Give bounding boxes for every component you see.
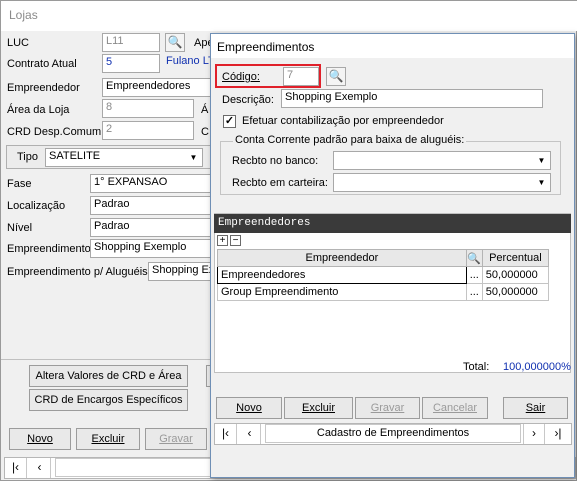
cell-empreendedor[interactable]: Group Empreendimento xyxy=(217,283,467,301)
conta-corrente-group-label: Conta Corrente padrão para baixa de alug… xyxy=(233,134,467,146)
nivel-label: Nível xyxy=(7,222,33,234)
total-value: 100,000000% xyxy=(503,361,571,373)
window-titlebar: Lojas xyxy=(1,1,577,31)
cell-percentual[interactable]: 50,000000 xyxy=(481,283,550,301)
tipo-select[interactable]: SATELITE ▼ xyxy=(45,148,203,167)
fase-label: Fase xyxy=(7,178,32,190)
empreendedor-label: Empreendedor xyxy=(7,82,80,94)
main-novo-button[interactable]: Novo xyxy=(9,428,71,450)
dialog-sair-button[interactable]: Sair xyxy=(503,397,568,419)
first-icon[interactable]: |‹ xyxy=(5,458,27,478)
binoculars-icon: 🔍 xyxy=(467,252,482,265)
area-loja-field[interactable]: 8 xyxy=(102,99,194,118)
contabilizacao-checkbox[interactable]: ✓ xyxy=(223,115,236,128)
total-label: Total: xyxy=(463,361,490,373)
luc-field[interactable]: L11 xyxy=(102,33,160,52)
luc-label: LUC xyxy=(7,37,30,49)
grid-title-bar: Empreendedores xyxy=(214,214,571,233)
main-gravar-button[interactable]: Gravar xyxy=(145,428,207,450)
chevron-down-icon[interactable]: ▼ xyxy=(186,150,201,165)
binoculars-icon: 🔍 xyxy=(328,69,344,83)
empreendimentos-dialog: Empreendimentos Código: 7 🔍 Descrição: S… xyxy=(210,33,575,478)
dialog-gravar-button[interactable]: Gravar xyxy=(355,397,420,419)
column-header-empreendedor[interactable]: Empreendedor xyxy=(217,249,467,267)
empreendimento-label: Empreendimento xyxy=(7,243,91,255)
prev-icon[interactable]: ‹ xyxy=(29,458,51,478)
collapse-icon[interactable]: − xyxy=(230,235,241,246)
column-header-search[interactable]: 🔍 xyxy=(465,249,483,267)
dialog-novo-button[interactable]: Novo xyxy=(216,397,282,419)
recbto-banco-label: Recbto no banco: xyxy=(232,155,319,167)
prev-icon[interactable]: ‹ xyxy=(239,424,261,444)
localizacao-label: Localização xyxy=(7,200,66,212)
area-loja-label: Área da Loja xyxy=(7,104,70,116)
codigo-search-button[interactable]: 🔍 xyxy=(326,67,346,86)
column-header-percentual[interactable]: Percentual xyxy=(481,249,550,267)
main-excluir-button[interactable]: Excluir xyxy=(76,428,140,450)
dialog-excluir-button[interactable]: Excluir xyxy=(284,397,353,419)
codigo-field[interactable]: 7 xyxy=(283,67,319,86)
cell-percentual[interactable]: 50,000000 xyxy=(481,266,550,284)
row-lookup-button[interactable]: ... xyxy=(465,283,483,301)
localizacao-field[interactable]: Padrao xyxy=(90,196,212,215)
window-title: Lojas xyxy=(9,8,38,22)
empreendimento-field[interactable]: Shopping Exemplo xyxy=(90,239,212,258)
area-right-label: Á xyxy=(201,104,209,116)
crd-encargos-button[interactable]: CRD de Encargos Específicos xyxy=(29,389,188,411)
table-row[interactable]: Empreendedores ... 50,000000 xyxy=(217,266,550,284)
descricao-label: Descrição: xyxy=(222,94,274,106)
crd-label: CRD Desp.Comum xyxy=(7,126,102,138)
binoculars-icon: 🔍 xyxy=(167,35,183,49)
first-icon[interactable]: |‹ xyxy=(215,424,237,444)
codigo-label: Código: xyxy=(222,71,260,83)
expand-icon[interactable]: + xyxy=(217,235,228,246)
dialog-nav-title: Cadastro de Empreendimentos xyxy=(265,424,521,443)
crd-right-label: C xyxy=(201,126,209,138)
contrato-name-field: Fulano LT xyxy=(166,55,213,67)
descricao-field[interactable]: Shopping Exemplo xyxy=(281,89,543,108)
emp-alugueis-label: Empreendimento p/ Aluguéis xyxy=(7,266,148,278)
table-row[interactable]: Group Empreendimento ... 50,000000 xyxy=(217,283,550,301)
tipo-label: Tipo xyxy=(17,151,38,163)
recbto-carteira-select[interactable]: ▼ xyxy=(333,173,551,192)
dialog-navigator: |‹ ‹ Cadastro de Empreendimentos › ›| xyxy=(214,423,572,445)
contrato-number-field[interactable]: 5 xyxy=(102,54,160,73)
nivel-field[interactable]: Padrao xyxy=(90,218,212,237)
chevron-down-icon[interactable]: ▼ xyxy=(534,153,549,168)
last-icon[interactable]: ›| xyxy=(547,424,569,444)
dialog-title: Empreendimentos xyxy=(217,40,315,54)
empreendedores-table: Empreendedor 🔍 Percentual Empreendedores… xyxy=(217,249,550,301)
next-icon[interactable]: › xyxy=(523,424,545,444)
luc-search-button[interactable]: 🔍 xyxy=(165,33,185,52)
fase-field[interactable]: 1° EXPANSAO xyxy=(90,174,212,193)
crd-field[interactable]: 2 xyxy=(102,121,194,140)
cell-empreendedor[interactable]: Empreendedores xyxy=(217,266,467,284)
recbto-banco-select[interactable]: ▼ xyxy=(333,151,551,170)
recbto-carteira-label: Recbto em carteira: xyxy=(232,177,328,189)
tipo-value: SATELITE xyxy=(49,150,101,162)
empreendedor-field[interactable]: Empreendedores xyxy=(102,78,212,97)
dialog-cancelar-button[interactable]: Cancelar xyxy=(422,397,488,419)
contabilizacao-label: Efetuar contabilização por empreendedor xyxy=(242,115,444,127)
chevron-down-icon[interactable]: ▼ xyxy=(534,175,549,190)
emp-alugueis-field[interactable]: Shopping Ex xyxy=(148,262,212,281)
altera-crd-button[interactable]: Altera Valores de CRD e Área xyxy=(29,365,188,387)
dialog-titlebar: Empreendimentos xyxy=(211,34,574,58)
row-lookup-button[interactable]: ... xyxy=(465,266,483,284)
contrato-label: Contrato Atual xyxy=(7,58,77,70)
